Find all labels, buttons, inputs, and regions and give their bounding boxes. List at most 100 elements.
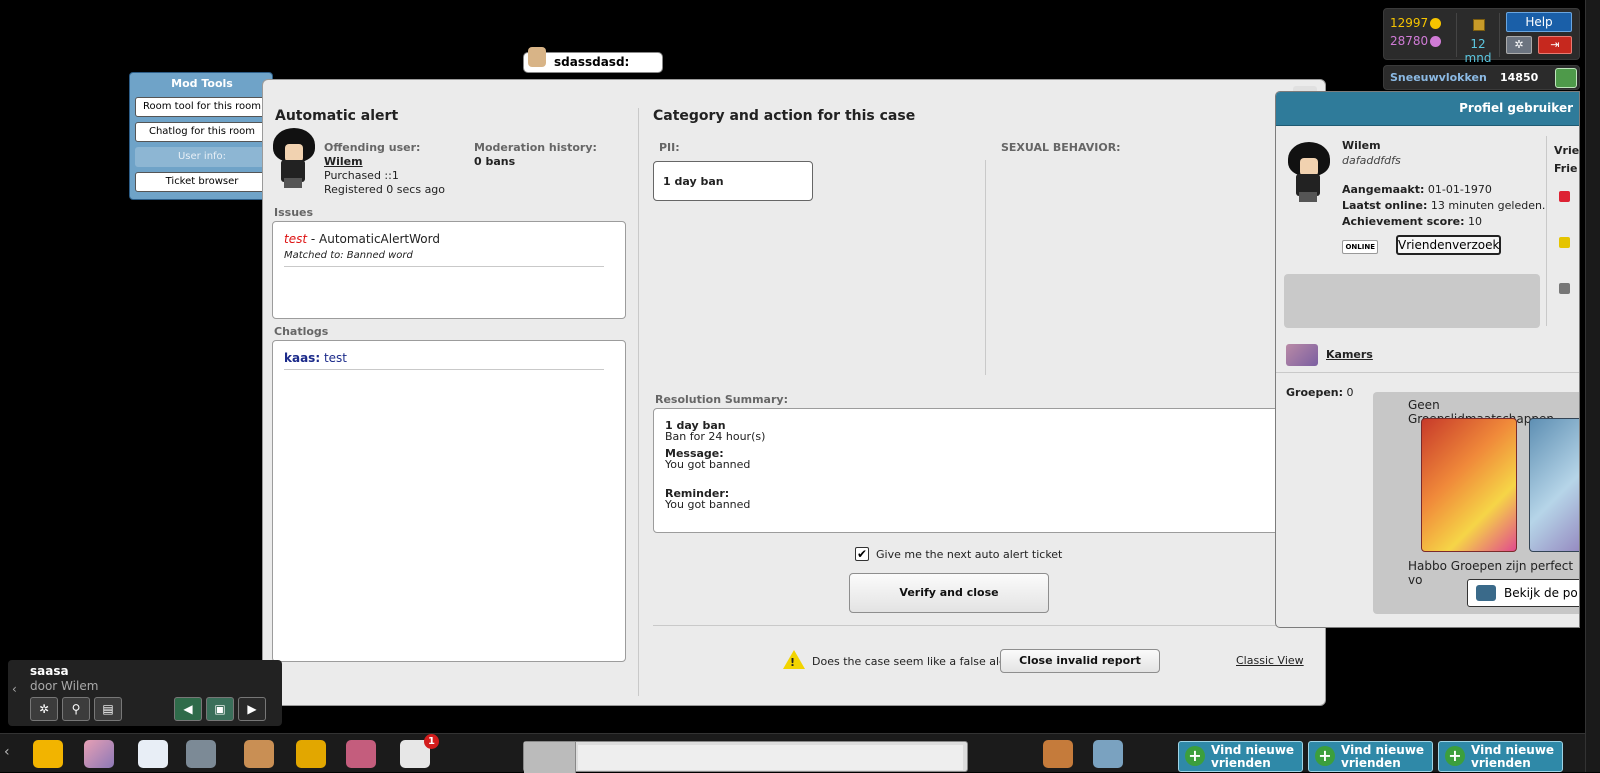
profile-header[interactable]: Profiel gebruiker	[1276, 92, 1579, 126]
close-invalid-report-button[interactable]: Close invalid report	[1000, 649, 1160, 673]
currency-panel: 12997 28780 12 mnd Help ✲ ⇥	[1383, 8, 1580, 65]
sexual-behavior-label: SEXUAL BEHAVIOR:	[1001, 141, 1121, 154]
collapse-left-icon[interactable]: ‹	[12, 682, 17, 696]
category-divider	[985, 160, 986, 375]
find-friends-slot-1[interactable]: + Vind nieuwe vrienden	[1178, 741, 1303, 772]
profile-window: Profiel gebruiker Wilem dafaddfdfs Aange…	[1275, 91, 1580, 628]
pii-label: PII:	[659, 141, 680, 154]
seasonal-value: 14850	[1500, 71, 1539, 84]
registered-text: Registered 0 secs ago	[324, 183, 446, 196]
group-icon	[1476, 585, 1496, 601]
divider	[284, 369, 604, 370]
verify-and-close-button[interactable]: Verify and close	[849, 573, 1049, 613]
next-ticket-checkbox[interactable]: ✔	[855, 547, 869, 561]
next-ticket-label: Give me the next auto alert ticket	[876, 548, 1063, 561]
hc-icon	[1473, 19, 1485, 31]
purchased-text: Purchased ::1	[324, 169, 399, 182]
divider	[653, 625, 1313, 626]
issues-label: Issues	[274, 206, 314, 219]
groups-illustration-1	[1421, 418, 1517, 552]
ticket-browser-button[interactable]: Ticket browser	[135, 172, 269, 192]
logout-icon[interactable]: ⇥	[1538, 36, 1572, 54]
room-forward-icon[interactable]: ▶	[238, 697, 266, 721]
room-home-icon[interactable]: ▣	[206, 697, 234, 721]
reminder-value: You got banned	[665, 498, 751, 511]
issue-match: Matched to: Banned word	[284, 250, 413, 261]
pii-option-1-day-ban[interactable]: 1 day ban	[653, 161, 813, 201]
room-settings-icon[interactable]: ✲	[30, 697, 58, 721]
issue-entry: test - AutomaticAlertWord	[284, 232, 440, 246]
seasonal-label: Sneeuwvlokken	[1390, 71, 1487, 84]
divider	[284, 266, 604, 267]
page-scrollbar[interactable]	[1585, 0, 1600, 772]
heart-icon	[1559, 191, 1570, 202]
alert-title: Automatic alert	[275, 108, 399, 124]
badges-area	[1284, 274, 1540, 328]
view-groups-button[interactable]: Bekijk de po	[1467, 579, 1579, 607]
chat-bubble[interactable]: sdassdasd: neiiigh	[523, 47, 663, 88]
column-divider	[638, 108, 639, 696]
groups-illustration-2	[1529, 418, 1579, 552]
room-owner: door Wilem	[30, 679, 99, 693]
groups-count: Groepen: 0	[1286, 386, 1354, 399]
room-back-icon[interactable]: ◀	[174, 697, 202, 721]
friends-subheading: Frie	[1554, 162, 1578, 175]
seasonal-currency: Sneeuwvlokken 14850	[1383, 65, 1580, 90]
mod-tools-window: Mod Tools Room tool for this room Chatlo…	[129, 72, 273, 200]
chat-avatar-icon	[528, 47, 546, 67]
credits-coin-icon	[1430, 18, 1442, 29]
user-info-button: User info:	[135, 147, 269, 167]
shop-icon[interactable]	[346, 740, 376, 768]
chat-style-selector[interactable]	[524, 742, 576, 773]
find-friends-slot-3[interactable]: + Vind nieuwe vrienden	[1438, 741, 1563, 772]
catalog-icon[interactable]	[138, 740, 168, 768]
groups-panel: Geen Groepslidmaatschappen Habbo Groepen…	[1373, 392, 1579, 614]
resolution-ban: Ban for 24 hour(s)	[665, 430, 766, 443]
chatlogs-box: kaas: test	[272, 340, 626, 662]
duckets-display: 28780	[1390, 34, 1442, 48]
message-value: You got banned	[665, 458, 751, 471]
credits-display: 12997	[1390, 16, 1442, 30]
settings-gear-icon[interactable]: ✲	[1506, 36, 1532, 54]
skull-icon	[1559, 283, 1570, 294]
toolbar-collapse-icon[interactable]: ‹	[4, 744, 10, 760]
profile-avatar	[1284, 142, 1332, 202]
classic-view-link[interactable]: Classic View	[1236, 654, 1304, 667]
games-icon[interactable]	[186, 740, 216, 768]
hc-membership[interactable]: 12 mnd	[1456, 13, 1500, 65]
chatlog-room-button[interactable]: Chatlog for this room	[135, 122, 269, 142]
room-name: saasa	[30, 664, 69, 678]
friend-request-button[interactable]: Vriendenverzoek	[1396, 235, 1501, 255]
achievement-row: Achievement score: 10	[1342, 215, 1482, 228]
resolution-summary-label: Resolution Summary:	[655, 393, 788, 406]
help-button[interactable]: Help	[1506, 12, 1572, 32]
offending-user-link[interactable]: Wilem	[324, 155, 363, 168]
snowflake-icon[interactable]	[1555, 68, 1577, 88]
automatic-alert-window: Automatic alert Offending user: Wilem Pu…	[262, 79, 1326, 706]
friends-icon[interactable]	[1043, 740, 1073, 768]
friend-search-icon[interactable]	[1093, 740, 1123, 768]
room-zoom-icon[interactable]: ⚲	[62, 697, 90, 721]
category-title: Category and action for this case	[653, 108, 916, 124]
find-friends-slot-2[interactable]: + Vind nieuwe vrienden	[1308, 741, 1433, 772]
rooms-link[interactable]: Kamers	[1326, 348, 1373, 361]
duckets-icon	[1430, 36, 1442, 47]
chatlogs-label: Chatlogs	[274, 325, 329, 338]
chat-input-bar	[523, 741, 968, 773]
room-chat-icon[interactable]: ▤	[94, 697, 122, 721]
rooms-icon	[1286, 344, 1318, 366]
builder-icon[interactable]	[296, 740, 326, 768]
last-online-row: Laatst online: 13 minuten geleden.	[1342, 199, 1546, 212]
moderation-history-label: Moderation history:	[474, 141, 597, 154]
chat-input[interactable]	[578, 745, 963, 770]
room-tool-button[interactable]: Room tool for this room	[135, 97, 269, 117]
inventory-icon[interactable]	[244, 740, 274, 768]
navigator-icon[interactable]	[84, 740, 114, 768]
divider	[1276, 372, 1579, 373]
habbo-logo-icon[interactable]	[33, 740, 63, 768]
profile-motto: dafaddfdfs	[1342, 154, 1401, 167]
room-info-panel: ‹ saasa door Wilem ✲ ⚲ ▤ ◀ ▣ ▶	[8, 660, 282, 726]
smile-icon	[1559, 237, 1570, 248]
offender-avatar	[269, 128, 317, 188]
chatlog-entry: kaas: test	[284, 351, 347, 365]
